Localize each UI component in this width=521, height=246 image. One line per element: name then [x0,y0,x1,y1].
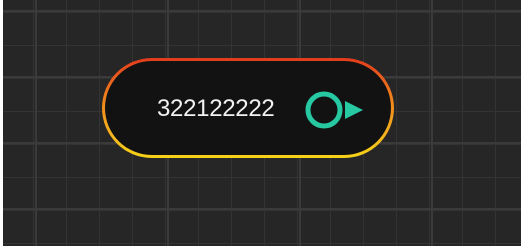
node-label: 322122222 [157,95,275,122]
graph-node-body[interactable]: 322122222 [105,61,391,155]
output-port-icon [305,91,363,129]
output-port[interactable] [304,90,374,130]
graph-canvas[interactable]: 322122222 [3,0,521,246]
graph-node[interactable]: 322122222 [102,58,394,158]
